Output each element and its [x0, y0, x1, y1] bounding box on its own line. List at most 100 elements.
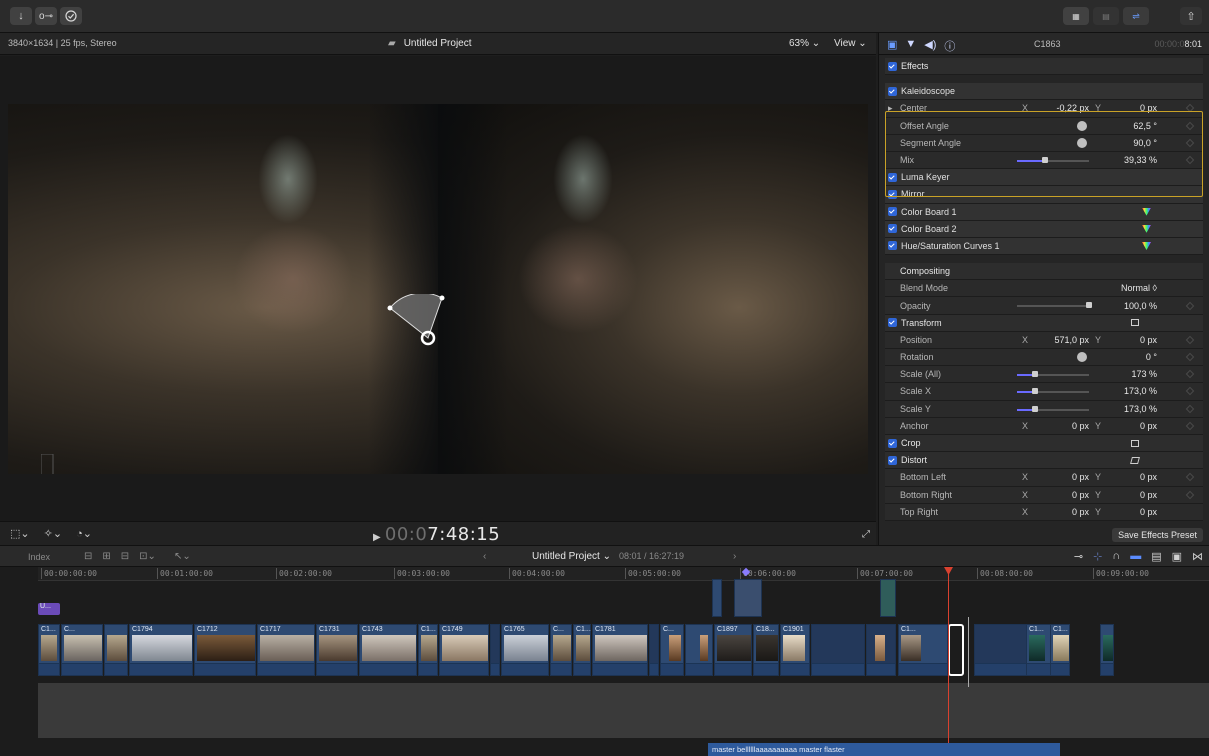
- effects-section-header[interactable]: Effects: [885, 58, 1203, 76]
- timeline-clip[interactable]: C1717: [257, 624, 315, 676]
- keyframe-icon[interactable]: [1185, 421, 1195, 431]
- playhead[interactable]: [948, 567, 949, 756]
- crop-header[interactable]: Crop: [885, 434, 1203, 453]
- timeline-clip[interactable]: C1897: [714, 624, 752, 676]
- opacity-slider[interactable]: [1017, 302, 1092, 309]
- transform-tool-icon[interactable]: ⬚⌄: [10, 527, 30, 540]
- distort-onscreen-icon[interactable]: [1130, 456, 1140, 464]
- play-icon[interactable]: ▶: [373, 532, 385, 543]
- transitions-browser-icon[interactable]: ⋈: [1192, 550, 1203, 563]
- timeline-clip[interactable]: C1781: [592, 624, 648, 676]
- keyframe-icon[interactable]: [1185, 335, 1195, 345]
- browser-toggle-button[interactable]: ▦: [1063, 7, 1089, 25]
- timeline[interactable]: 00:00:00:00 00:01:00:00 00:02:00:00 00:0…: [0, 567, 1209, 756]
- timeline-clip[interactable]: C1794: [129, 624, 193, 676]
- audio-track-area[interactable]: [38, 683, 1209, 738]
- timeline-clip[interactable]: [974, 624, 1030, 676]
- inspector-toggle-button[interactable]: ⇌: [1123, 7, 1149, 25]
- timeline-ruler[interactable]: 00:00:00:00 00:01:00:00 00:02:00:00 00:0…: [38, 567, 1209, 581]
- compositing-header[interactable]: Compositing: [885, 263, 1203, 281]
- keyframe-icon[interactable]: [1185, 104, 1195, 113]
- select-tool-icon[interactable]: ↖⌄: [174, 551, 191, 562]
- timeline-clip[interactable]: [104, 624, 128, 676]
- selected-clip[interactable]: [948, 624, 964, 676]
- timeline-clip[interactable]: [490, 624, 500, 676]
- timeline-clip[interactable]: C1712: [194, 624, 256, 676]
- overwrite-clip-icon[interactable]: ⊡⌄: [139, 551, 156, 562]
- timeline-index-icon[interactable]: ▣: [1172, 550, 1182, 563]
- connected-clip[interactable]: [712, 579, 722, 617]
- center-x-value[interactable]: -0,22 px: [1039, 103, 1089, 113]
- share-button[interactable]: ⇧: [1180, 7, 1202, 25]
- disclosure-triangle-icon[interactable]: ▸: [888, 103, 893, 114]
- color-board-icon[interactable]: [1142, 224, 1151, 233]
- scale-y-slider[interactable]: [1017, 405, 1089, 412]
- keyframe-icon[interactable]: [1185, 490, 1195, 499]
- segment-angle-value[interactable]: 90,0 °: [1100, 138, 1157, 148]
- timeline-clip[interactable]: C1...: [38, 624, 60, 676]
- color-inspector-icon[interactable]: ▼: [905, 38, 916, 54]
- effect-hue-saturation-curves[interactable]: Hue/Saturation Curves 1: [885, 237, 1203, 256]
- timeline-clip[interactable]: C1743: [359, 624, 417, 676]
- effect-luma-keyer[interactable]: Luma Keyer: [885, 169, 1203, 187]
- audio-inspector-icon[interactable]: ◀): [924, 38, 936, 54]
- effect-color-board-2[interactable]: Color Board 2: [885, 220, 1203, 238]
- fullscreen-icon[interactable]: ⤢: [862, 529, 870, 540]
- scale-x-slider[interactable]: [1017, 388, 1089, 395]
- color-board-icon[interactable]: [1142, 207, 1151, 216]
- timeline-clip[interactable]: C1731: [316, 624, 358, 676]
- enhance-tool-icon[interactable]: ✧⌄: [44, 527, 62, 540]
- insert-clip-icon[interactable]: ⊞: [102, 551, 110, 562]
- timeline-clip[interactable]: [1100, 624, 1114, 676]
- timeline-toggle-button[interactable]: ▤: [1093, 7, 1119, 25]
- distort-header[interactable]: Distort: [885, 452, 1203, 470]
- connected-clip[interactable]: [734, 579, 762, 617]
- timeline-clip[interactable]: C1...: [573, 624, 591, 676]
- connected-clip[interactable]: [880, 579, 896, 617]
- kaleidoscope-angle-handle[interactable]: [386, 294, 456, 354]
- title-clip[interactable]: U...: [38, 603, 60, 615]
- video-inspector-icon[interactable]: ▣: [887, 38, 897, 54]
- timeline-clip[interactable]: C1...: [418, 624, 438, 676]
- keyframe-icon[interactable]: [1185, 301, 1195, 310]
- timeline-clip[interactable]: [685, 624, 713, 676]
- connect-clip-icon[interactable]: ⊟: [84, 551, 92, 562]
- timeline-clip[interactable]: C1...: [1050, 624, 1070, 676]
- transform-onscreen-icon[interactable]: [1131, 319, 1139, 327]
- keyframe-icon[interactable]: [1185, 138, 1195, 148]
- timeline-clip[interactable]: C1765: [501, 624, 549, 676]
- opacity-value[interactable]: 100,0 %: [1100, 301, 1157, 311]
- effect-mirror[interactable]: Mirror: [885, 186, 1203, 204]
- viewer[interactable]: [0, 56, 876, 521]
- view-menu[interactable]: View ⌄: [834, 38, 867, 49]
- offset-angle-dial[interactable]: [1077, 120, 1087, 131]
- timeline-clip[interactable]: [649, 624, 659, 676]
- timeline-clip[interactable]: C...: [660, 624, 684, 676]
- clip-appearance-icon[interactable]: ▤: [1151, 550, 1161, 563]
- append-clip-icon[interactable]: ⊟: [121, 551, 129, 562]
- blend-mode-select[interactable]: Normal ◊: [1100, 283, 1157, 293]
- timeline-clip[interactable]: C...: [550, 624, 572, 676]
- import-button[interactable]: ↓: [10, 7, 32, 25]
- keyframe-icon[interactable]: [1185, 352, 1195, 362]
- crop-onscreen-icon[interactable]: [1131, 439, 1139, 447]
- timeline-clip[interactable]: [811, 624, 865, 676]
- audio-clip[interactable]: master bellllllaaaaaaaaaa master flaster: [708, 743, 1060, 756]
- timeline-clip[interactable]: C1901: [780, 624, 810, 676]
- skimming-icon[interactable]: ⊸: [1074, 550, 1083, 563]
- offset-angle-value[interactable]: 62,5 °: [1100, 121, 1157, 131]
- video-frame[interactable]: [8, 104, 868, 474]
- effect-color-board-1[interactable]: Color Board 1: [885, 203, 1203, 221]
- mix-value[interactable]: 39,33 %: [1100, 155, 1157, 165]
- scale-all-slider[interactable]: [1017, 371, 1089, 378]
- index-button[interactable]: Index: [28, 552, 50, 562]
- keyframe-icon[interactable]: [1185, 404, 1195, 413]
- keyframe-icon[interactable]: [1185, 473, 1195, 482]
- save-effects-preset-button[interactable]: Save Effects Preset: [1112, 528, 1203, 542]
- nav-forward-icon[interactable]: ›: [733, 551, 736, 562]
- timeline-clip[interactable]: C1749: [439, 624, 489, 676]
- timeline-title[interactable]: Untitled Project ⌄ 08:01 / 16:27:19: [532, 551, 684, 562]
- rotation-dial[interactable]: [1077, 352, 1087, 363]
- timeline-clip[interactable]: [866, 624, 896, 676]
- timeline-clip[interactable]: C...: [61, 624, 103, 676]
